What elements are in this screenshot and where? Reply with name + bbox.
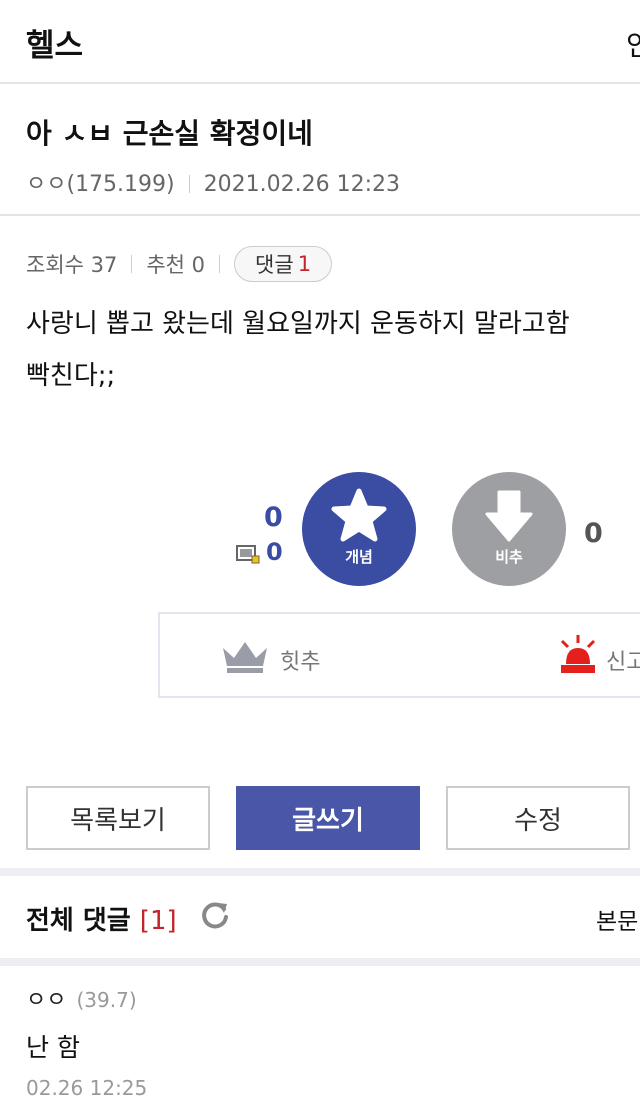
comment-count-number: 1 — [297, 252, 312, 276]
post-body-line: 빡친다;; — [26, 361, 116, 391]
upvote-label: 개념 — [345, 548, 373, 566]
comment-item: ㅇㅇ (39.7) 난 함 02.26 12:25 — [26, 982, 626, 1096]
downvote-label: 비추 — [495, 548, 523, 566]
comment-count-button[interactable]: 댓글 1 — [234, 246, 333, 282]
comment-text: 난 함 — [26, 1033, 80, 1062]
comment-section-title: 전체 댓글 [1] — [26, 900, 177, 937]
comment-ip: (39.7) — [76, 988, 137, 1012]
recommend-count: 추천 0 — [146, 253, 206, 277]
post-datetime: 2021.02.26 12:23 — [203, 172, 400, 197]
siren-icon — [560, 635, 596, 673]
board-title[interactable]: 헬스 — [26, 20, 83, 65]
write-button[interactable]: 글쓰기 — [236, 786, 420, 850]
post-body-line: 사랑니 뽑고 왔는데 월요일까지 운동하지 말라고함 — [26, 309, 570, 339]
upvote-count: 0 — [264, 502, 283, 533]
comment-count-label: 댓글 — [255, 253, 294, 277]
arrow-down-icon — [485, 490, 533, 542]
star-icon — [331, 488, 387, 542]
header-right-link[interactable]: 인 — [626, 24, 640, 64]
downvote-count: 0 — [584, 518, 603, 549]
refresh-icon[interactable] — [200, 900, 230, 930]
post-body: 사랑니 뽑고 왔는데 월요일까지 운동하지 말라고함 빡친다;; — [26, 298, 626, 402]
downvote-button[interactable]: 비추 — [452, 472, 566, 586]
divider — [188, 175, 190, 193]
fixed-upvote-count: 0 — [266, 538, 283, 566]
comment-nick: ㅇㅇ — [26, 988, 67, 1013]
post-stats: 조회수 37 추천 0 댓글 1 — [26, 246, 333, 282]
post-author[interactable]: ㅇㅇ(175.199) — [26, 172, 175, 197]
comment-date: 02.26 12:25 — [26, 1076, 148, 1096]
upvote-button[interactable]: 개념 — [302, 472, 416, 586]
hit-recommend-button[interactable]: 힛추 — [280, 644, 320, 676]
fixed-user-icon — [236, 545, 260, 564]
post-header: 아 ㅅㅂ 근손실 확정이네 ㅇㅇ(175.199) 2021.02.26 12:2… — [0, 86, 640, 216]
comment-section-header: 전체 댓글 [1] 본문 — [0, 876, 640, 958]
comment-title-label: 전체 댓글 — [26, 906, 131, 936]
view-post-link[interactable]: 본문 — [596, 902, 638, 936]
post-meta: ㅇㅇ(175.199) 2021.02.26 12:23 — [26, 166, 400, 198]
section-divider — [0, 868, 640, 876]
comment-author[interactable]: ㅇㅇ (39.7) — [26, 982, 626, 1014]
divider — [219, 255, 221, 273]
edit-button[interactable]: 수정 — [446, 786, 630, 850]
divider — [131, 255, 133, 273]
view-count: 조회수 37 — [26, 253, 118, 277]
board-header: 헬스 인 — [0, 0, 640, 84]
section-divider — [0, 958, 640, 966]
post-title: 아 ㅅㅂ 근손실 확정이네 — [26, 117, 313, 150]
crown-icon — [223, 642, 267, 673]
report-button[interactable]: 신고 — [606, 644, 640, 676]
list-button[interactable]: 목록보기 — [26, 786, 210, 850]
comment-total-count: [1] — [139, 906, 177, 936]
